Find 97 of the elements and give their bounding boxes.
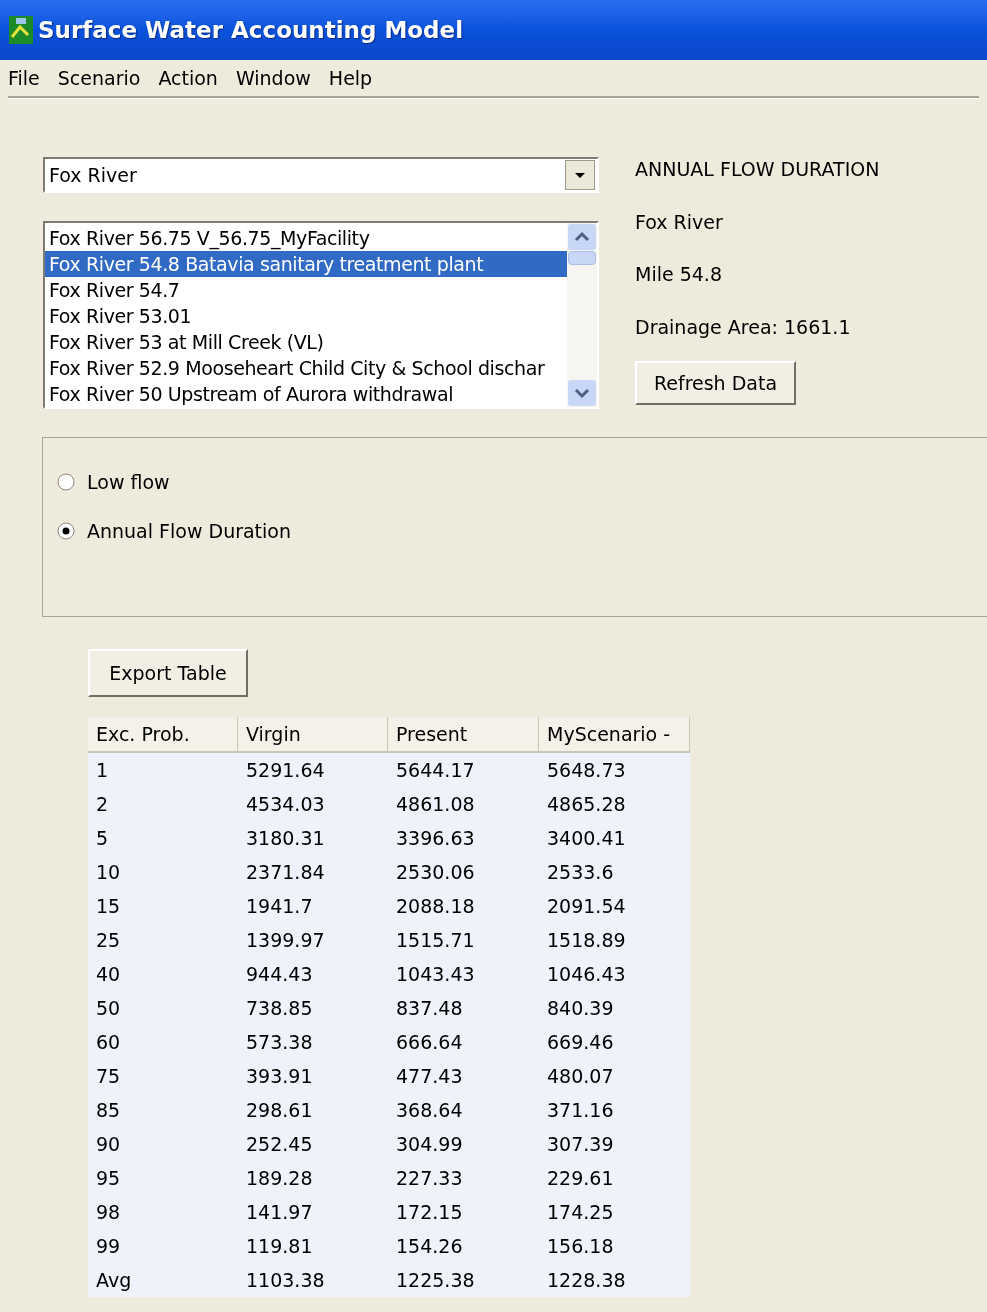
column-header[interactable]: MyScenario - bbox=[539, 717, 690, 751]
table-cell-text: 1515.71 bbox=[395, 927, 476, 953]
table-cell-text: 90 bbox=[95, 1131, 122, 1157]
table-cell-text: 573.38 bbox=[245, 1029, 314, 1055]
table-cell-text: 3396.63 bbox=[395, 825, 476, 851]
table-cell-text: 1103.38 bbox=[245, 1267, 326, 1293]
scroll-down-icon[interactable] bbox=[567, 379, 597, 407]
radio-button[interactable] bbox=[57, 473, 75, 492]
table-cell-text: 2530.06 bbox=[395, 859, 476, 885]
table-cell-text: 229.61 bbox=[546, 1165, 615, 1191]
table-cell-text: 2533.6 bbox=[546, 859, 615, 885]
table-cell-text: 4534.03 bbox=[245, 791, 326, 817]
table-cell-text: 10 bbox=[95, 859, 122, 885]
column-header[interactable]: Exc. Prob. bbox=[88, 717, 238, 751]
menu-item[interactable]: Help bbox=[324, 63, 377, 93]
column-header[interactable]: Present bbox=[388, 717, 539, 751]
scroll-up-icon[interactable] bbox=[567, 223, 597, 251]
flow-duration-heading: ANNUAL FLOW DURATION bbox=[635, 157, 880, 182]
table-cell-text: 98 bbox=[95, 1199, 122, 1225]
table-cell-text: 1518.89 bbox=[546, 927, 627, 953]
table-cell-text: 1046.43 bbox=[546, 961, 627, 987]
mile-label: Mile 54.8 bbox=[635, 262, 723, 287]
table-cell-text: 85 bbox=[95, 1097, 122, 1123]
menu-item[interactable]: Window bbox=[231, 63, 315, 93]
table-cell-text: 252.45 bbox=[245, 1131, 314, 1157]
table-cell-text: 1 bbox=[95, 757, 110, 783]
table-cell-text: 669.46 bbox=[546, 1029, 615, 1055]
column-header[interactable]: Virgin bbox=[238, 717, 388, 751]
scrollbar[interactable] bbox=[567, 223, 597, 407]
menu-item[interactable]: File bbox=[4, 63, 44, 93]
table-cell-text: 154.26 bbox=[395, 1233, 464, 1259]
table-cell-text: 304.99 bbox=[395, 1131, 464, 1157]
table-cell-text: 50 bbox=[95, 995, 122, 1021]
table-cell-text: 60 bbox=[95, 1029, 122, 1055]
table-cell-text: 5644.17 bbox=[395, 757, 476, 783]
site-list-item[interactable]: Fox River 54.8 Batavia sanitary treatment plant bbox=[45, 251, 567, 277]
table-cell-text: 1399.97 bbox=[245, 927, 326, 953]
table-cell-text: 172.15 bbox=[395, 1199, 464, 1225]
table-cell-text: Avg bbox=[95, 1267, 133, 1293]
table-cell-text: 174.25 bbox=[546, 1199, 615, 1225]
table-cell-text: 119.81 bbox=[245, 1233, 314, 1259]
table-cell-text: 477.43 bbox=[395, 1063, 464, 1089]
table-cell-text: 368.64 bbox=[395, 1097, 464, 1123]
table-cell-text: 227.33 bbox=[395, 1165, 464, 1191]
table-cell-text: 2 bbox=[95, 791, 110, 817]
table-cell-text: 837.48 bbox=[395, 995, 464, 1021]
river-label: Fox River bbox=[635, 209, 724, 235]
table-cell-text: 738.85 bbox=[245, 995, 314, 1021]
radio-button[interactable] bbox=[57, 521, 75, 540]
app-icon bbox=[8, 15, 34, 45]
refresh-data-button[interactable]: Refresh Data bbox=[635, 361, 796, 405]
table-cell-text: 189.28 bbox=[245, 1165, 314, 1191]
site-list-item[interactable]: Fox River 56.75 V_56.75_MyFacility bbox=[45, 225, 567, 251]
export-table-button[interactable]: Export Table bbox=[88, 649, 248, 697]
table-cell-text: 944.43 bbox=[245, 961, 314, 987]
table-cell-text: 1941.7 bbox=[245, 893, 314, 919]
scroll-thumb[interactable] bbox=[568, 251, 596, 265]
table-cell-text: 2088.18 bbox=[395, 893, 476, 919]
table-cell-text: 95 bbox=[95, 1165, 122, 1191]
table-cell-text: 3180.31 bbox=[245, 825, 326, 851]
table-cell-text: 298.61 bbox=[245, 1097, 314, 1123]
menu-item[interactable]: Scenario bbox=[53, 63, 145, 93]
table-cell-text: 156.18 bbox=[546, 1233, 615, 1259]
site-list-item[interactable]: Fox River 53 at Mill Creek (VL) bbox=[45, 329, 567, 355]
table-cell-text: 1225.38 bbox=[395, 1267, 476, 1293]
site-list-item[interactable]: Fox River 53.01 bbox=[45, 303, 567, 329]
site-list-item[interactable]: Fox River 50 Upstream of Aurora withdrawal bbox=[45, 381, 567, 407]
table-cell-text: 5291.64 bbox=[245, 757, 326, 783]
radio-label[interactable]: Annual Flow Duration bbox=[87, 516, 292, 545]
table-cell-text: 5648.73 bbox=[546, 757, 627, 783]
table-cell-text: 15 bbox=[95, 893, 122, 919]
table-cell-text: 4865.28 bbox=[546, 791, 627, 817]
table-cell-text: 307.39 bbox=[546, 1131, 615, 1157]
table-cell-text: 393.91 bbox=[245, 1063, 314, 1089]
table-cell-text: 40 bbox=[95, 961, 122, 987]
table-cell-text: 840.39 bbox=[546, 995, 615, 1021]
drainage-area-label: Drainage Area: 1661.1 bbox=[635, 314, 852, 340]
table-cell-text: 4861.08 bbox=[395, 791, 476, 817]
table-cell-text: 75 bbox=[95, 1063, 122, 1089]
radio-label[interactable]: Low flow bbox=[87, 468, 170, 497]
site-list-item[interactable]: Fox River 52.9 Mooseheart Child City & School dischar bbox=[45, 355, 567, 381]
table-cell-text: 2091.54 bbox=[546, 893, 627, 919]
table-cell-text: 5 bbox=[95, 825, 110, 851]
table-cell-text: 371.16 bbox=[546, 1097, 615, 1123]
table-cell-text: 2371.84 bbox=[245, 859, 326, 885]
table-cell-text: 1043.43 bbox=[395, 961, 476, 987]
table-cell-text: 99 bbox=[95, 1233, 122, 1259]
table-cell-text: 25 bbox=[95, 927, 122, 953]
table-cell-text: 480.07 bbox=[546, 1063, 615, 1089]
site-list-item[interactable]: Fox River 54.7 bbox=[45, 277, 567, 303]
table-cell-text: 666.64 bbox=[395, 1029, 464, 1055]
table-cell-text: 1228.38 bbox=[546, 1267, 627, 1293]
table-cell-text: 3400.41 bbox=[546, 825, 627, 851]
menu-item[interactable]: Action bbox=[154, 63, 222, 93]
table-cell-text: 141.97 bbox=[245, 1199, 314, 1225]
river-dropdown[interactable]: Fox River bbox=[43, 157, 599, 193]
window-title: Surface Water Accounting Model bbox=[38, 15, 464, 45]
